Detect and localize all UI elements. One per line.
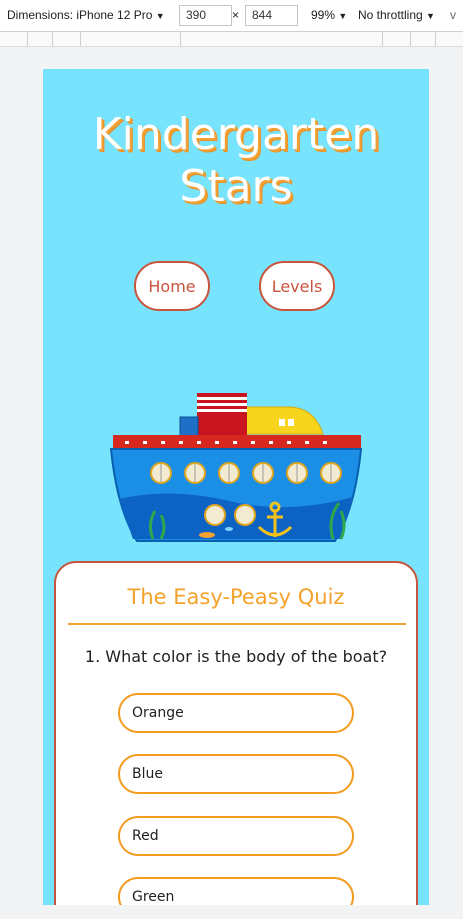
ruler-tick — [180, 32, 181, 46]
ruler-tick — [382, 32, 383, 46]
nav-levels-button[interactable]: Levels — [259, 261, 335, 311]
quiz-question: 1. What color is the body of the boat? — [84, 647, 388, 666]
media-query-ruler — [0, 32, 463, 47]
device-dimensions-dropdown[interactable]: Dimensions: iPhone 12 Pro ▼ — [7, 8, 165, 22]
answer-option-green[interactable]: Green — [118, 877, 354, 905]
page-viewport: Kindergarten Stars Home Levels The Easy-… — [43, 69, 429, 905]
zoom-value: 99% — [311, 8, 336, 22]
height-input[interactable]: 844 — [245, 5, 298, 26]
overflow-label: v — [450, 8, 456, 22]
answer-option-red[interactable]: Red — [118, 816, 354, 856]
chevron-down-icon: ▼ — [338, 11, 348, 21]
throttling-dropdown[interactable]: No throttling ▼ — [358, 8, 435, 22]
device-label: Dimensions: iPhone 12 Pro — [7, 8, 153, 22]
boat-illustration — [109, 393, 363, 542]
quiz-card: The Easy-Peasy Quiz 1. What color is the… — [54, 561, 418, 905]
ruler-tick — [435, 32, 436, 46]
site-title: Kindergarten Stars — [43, 109, 429, 213]
ruler-tick — [52, 32, 53, 46]
devtools-device-toolbar: Dimensions: iPhone 12 Pro ▼ 390 × 844 99… — [0, 0, 463, 32]
throttling-value: No throttling — [358, 8, 423, 22]
quiz-title: The Easy-Peasy Quiz — [127, 585, 345, 609]
site-title-line-1: Kindergarten — [92, 109, 380, 160]
nav-home-button[interactable]: Home — [134, 261, 210, 311]
quiz-divider — [68, 623, 406, 625]
ruler-tick — [80, 32, 81, 46]
site-title-line-2: Stars — [179, 161, 293, 212]
answer-option-orange[interactable]: Orange — [118, 693, 354, 733]
times-sign: × — [232, 8, 240, 22]
ruler-tick — [27, 32, 28, 46]
zoom-dropdown[interactable]: 99% ▼ — [311, 8, 347, 22]
chevron-down-icon: ▼ — [155, 11, 165, 21]
ruler-tick — [410, 32, 411, 46]
width-input[interactable]: 390 — [179, 5, 232, 26]
answer-option-blue[interactable]: Blue — [118, 754, 354, 794]
chevron-down-icon: ▼ — [426, 11, 435, 21]
